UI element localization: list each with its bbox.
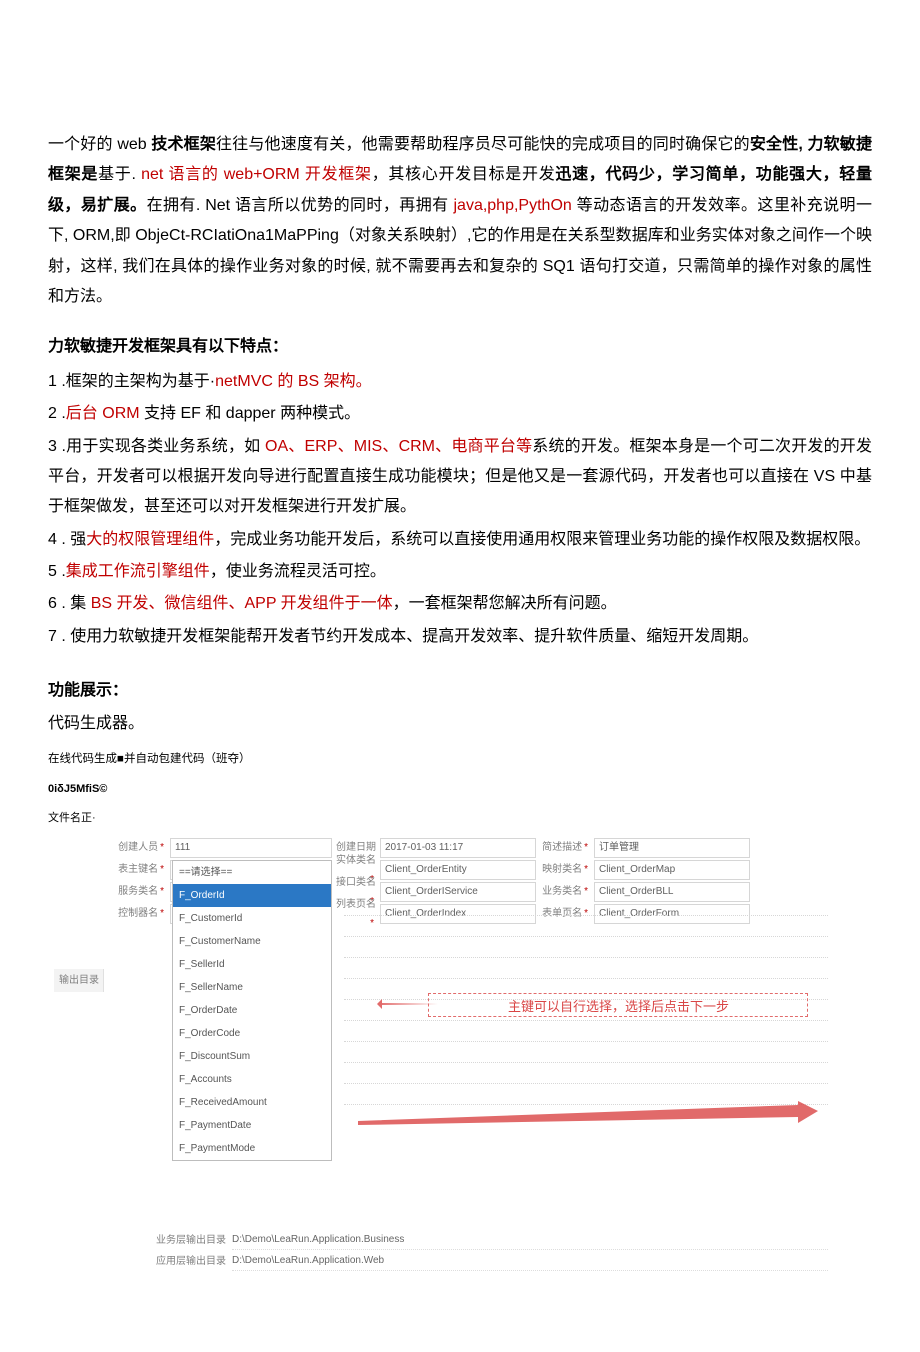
description-field[interactable]: 订单管理: [594, 838, 750, 858]
dropdown-item[interactable]: F_CustomerId: [173, 907, 331, 930]
index-field[interactable]: Client_OrderIndex: [380, 904, 536, 924]
output-label: 应用层输出目录: [108, 1252, 232, 1271]
feature-2: 2 .后台 ORM 支持 EF 和 dapper 两种模式。: [48, 399, 872, 429]
label-index: 列表页名*: [332, 895, 380, 933]
code-generator-form: 创建人员* 111 创建日期 2017-01-03 11:17 简述描述* 订单…: [108, 837, 828, 1272]
caption-2: 0iδJ5MfiS©: [48, 779, 872, 800]
map-field[interactable]: Client_OrderMap: [594, 860, 750, 880]
caption-3: 文件名正·: [48, 808, 872, 829]
dropdown-item[interactable]: F_ReceivedAmount: [173, 1091, 331, 1114]
output-row: 业务层输出目录D:\Demo\LeaRun.Application.Busine…: [108, 1230, 828, 1251]
dropdown-item[interactable]: F_DiscountSum: [173, 1045, 331, 1068]
creator-field[interactable]: 111: [170, 838, 332, 858]
dropdown-item[interactable]: F_PaymentDate: [173, 1114, 331, 1137]
feature-6: 6 . 集 BS 开发、微信组件、APP 开发组件于一体，一套框架帮您解决所有问…: [48, 589, 872, 619]
output-section-label: 输出目录: [54, 969, 104, 992]
bll-field[interactable]: Client_OrderBLL: [594, 882, 750, 902]
label-pk: 表主键名*: [108, 860, 170, 879]
output-row: 应用层输出目录D:\Demo\LeaRun.Application.Web: [108, 1251, 828, 1272]
dropdown-item[interactable]: F_SellerId: [173, 953, 331, 976]
output-value[interactable]: D:\Demo\LeaRun.Application.Business: [232, 1230, 828, 1250]
feature-3: 3 .用于实现各类业务系统，如 OA、ERP、MIS、CRM、电商平台等系统的开…: [48, 432, 872, 523]
feature-1: 1 .框架的主架构为基于·netMVC 的 BS 架构。: [48, 367, 872, 397]
label-formpage: 表单页名*: [536, 904, 594, 923]
label-controller: 控制器名*: [108, 904, 170, 923]
output-value[interactable]: D:\Demo\LeaRun.Application.Web: [232, 1251, 828, 1271]
feature-4: 4 . 强大的权限管理组件，完成业务功能开发后，系统可以直接使用通用权限来管理业…: [48, 525, 872, 555]
label-description: 简述描述*: [536, 838, 594, 857]
demo-sub: 代码生成器。: [48, 709, 872, 739]
label-service: 服务类名*: [108, 882, 170, 901]
arrow-left-icon: [378, 1003, 438, 1005]
annotation-text: 主键可以自行选择，选择后点击下一步: [508, 995, 729, 1020]
iservice-field[interactable]: Client_OrderIService: [380, 882, 536, 902]
label-bll: 业务类名*: [536, 882, 594, 901]
create-date-field[interactable]: 2017-01-03 11:17: [380, 838, 536, 858]
formpage-field[interactable]: Client_OrderForm: [594, 904, 750, 924]
dropdown-item[interactable]: F_SellerName: [173, 976, 331, 999]
dropdown-item[interactable]: ==请选择==: [173, 861, 331, 884]
label-creator: 创建人员*: [108, 838, 170, 857]
output-label: 业务层输出目录: [108, 1231, 232, 1250]
dropdown-item[interactable]: F_PaymentMode: [173, 1137, 331, 1160]
pk-dropdown[interactable]: ==请选择==F_OrderIdF_CustomerIdF_CustomerNa…: [172, 860, 332, 1161]
label-map: 映射类名*: [536, 860, 594, 879]
intro-paragraph: 一个好的 web 技术框架往往与他速度有关，他需要帮助程序员尽可能快的完成项目的…: [48, 130, 872, 312]
form-row-creator: 创建人员* 111 创建日期 2017-01-03 11:17 简述描述* 订单…: [108, 837, 828, 859]
features-heading: 力软敏捷开发框架具有以下特点：: [48, 332, 872, 362]
dropdown-item[interactable]: F_OrderId: [173, 884, 331, 907]
dropdown-item[interactable]: F_CustomerName: [173, 930, 331, 953]
feature-5: 5 .集成工作流引擎组件，使业务流程灵活可控。: [48, 557, 872, 587]
feature-7: 7 . 使用力软敏捷开发框架能帮开发者节约开发成本、提高开发效率、提升软件质量、…: [48, 622, 872, 652]
dropdown-item[interactable]: F_Accounts: [173, 1068, 331, 1091]
dropdown-item[interactable]: F_OrderDate: [173, 999, 331, 1022]
dropdown-item[interactable]: F_OrderCode: [173, 1022, 331, 1045]
caption-1: 在线代码生成■并自动包建代码（班夺）: [48, 749, 872, 771]
entity-field[interactable]: Client_OrderEntity: [380, 860, 536, 880]
demo-heading: 功能展示：: [48, 676, 872, 706]
